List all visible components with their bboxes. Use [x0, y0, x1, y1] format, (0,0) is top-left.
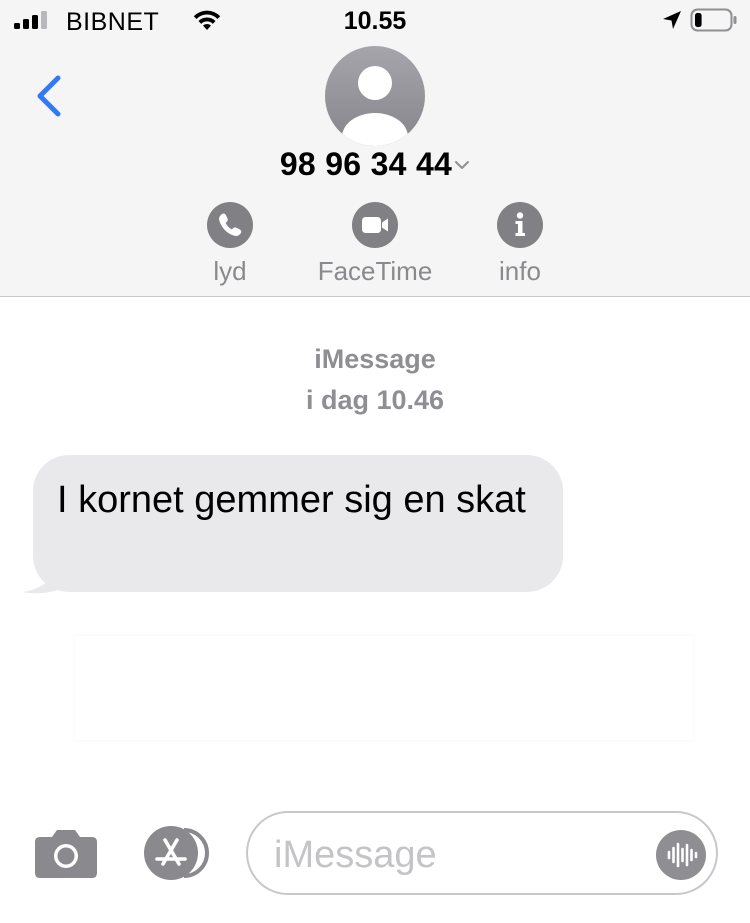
contact-name-button[interactable]: 98 96 34 44	[0, 146, 750, 186]
camera-icon[interactable]	[34, 827, 98, 879]
app-store-icon[interactable]	[140, 826, 214, 880]
incoming-message[interactable]: I kornet gemmer sig en skat	[18, 455, 578, 595]
info-icon	[497, 202, 543, 248]
back-button[interactable]	[30, 72, 66, 120]
location-arrow-icon	[663, 11, 681, 29]
message-bubble: I kornet gemmer sig en skat	[33, 455, 563, 592]
phone-icon	[207, 202, 253, 248]
audio-message-button[interactable]	[656, 830, 706, 880]
conversation-header: BIBNET 10.55 98 96 34 44 lyd FaceTime in…	[0, 0, 750, 297]
video-camera-icon	[352, 202, 398, 248]
contact-avatar[interactable]	[325, 46, 425, 146]
facetime-label: FaceTime	[317, 256, 433, 286]
service-label: iMessage	[314, 344, 436, 374]
status-bar: BIBNET 10.55	[0, 0, 750, 42]
contact-name: 98 96 34 44	[279, 146, 453, 182]
message-input[interactable]: iMessage	[246, 811, 718, 895]
audio-call-button[interactable]: lyd	[160, 202, 300, 288]
facetime-button[interactable]: FaceTime	[305, 202, 445, 288]
person-silhouette-icon	[325, 46, 425, 146]
message-input-placeholder: iMessage	[274, 834, 437, 876]
info-button[interactable]: info	[450, 202, 590, 288]
empty-area	[75, 636, 693, 740]
battery-icon	[690, 8, 737, 32]
chevron-down-icon	[455, 160, 470, 169]
info-label: info	[499, 256, 541, 286]
message-timestamp: i dag 10.46	[305, 385, 445, 415]
status-time: 10.55	[343, 7, 407, 35]
audio-waveform-icon	[667, 842, 698, 868]
audio-call-label: lyd	[213, 256, 247, 286]
